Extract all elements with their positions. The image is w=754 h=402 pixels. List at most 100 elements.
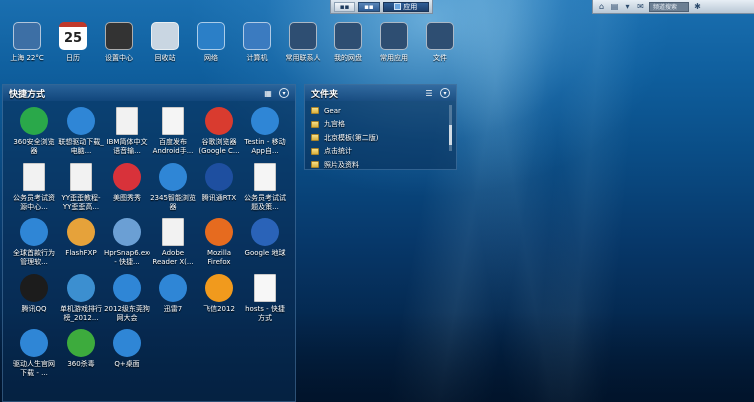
- dock-item[interactable]: 常用联系人: [280, 22, 326, 63]
- shortcut-item[interactable]: 单机游戏排行榜_2012...: [58, 274, 104, 323]
- doc-icon: [254, 163, 276, 191]
- folder-name: 照片及资料: [324, 160, 359, 169]
- shortcut-label: 2345智能浏览器: [150, 194, 196, 211]
- windows-flag-icon: ▪▪: [364, 2, 374, 11]
- app-taskbar-button[interactable]: 应用: [382, 1, 429, 12]
- dock-item[interactable]: 回收站: [142, 22, 188, 63]
- shortcut-item[interactable]: 飞信2012: [196, 274, 242, 323]
- shortcut-label: 联想驱动下载_电脑...: [58, 138, 104, 155]
- flashfxp-icon: [67, 218, 95, 246]
- 2345-browser-icon: [159, 163, 187, 191]
- shortcut-label: Google 地球: [244, 249, 286, 257]
- doc-icon: [162, 107, 184, 135]
- shortcut-item[interactable]: hosts - 快捷方式: [242, 274, 288, 323]
- dock-item[interactable]: 我的网盘: [325, 22, 371, 63]
- dock-item-label: 计算机: [246, 54, 268, 62]
- home-icon[interactable]: ⌂: [597, 2, 606, 11]
- settings-icon[interactable]: ✱: [693, 2, 702, 11]
- dock-item-label: 网络: [204, 54, 218, 62]
- shortcut-item[interactable]: 百度发布Android手...: [150, 107, 196, 156]
- channel-search-placeholder: 频道搜索: [653, 4, 678, 11]
- shortcut-item[interactable]: Testin - 移动App自...: [242, 107, 288, 156]
- folder-icon: [311, 134, 319, 142]
- document-icon[interactable]: ▤: [610, 2, 619, 11]
- ie-icon: [251, 107, 279, 135]
- file-icon: [162, 218, 184, 246]
- shortcut-label: 美图秀秀: [113, 194, 141, 202]
- dock-item[interactable]: 网络: [188, 22, 234, 63]
- qq-icon: [20, 274, 48, 302]
- shortcut-label: Adobe Reader X(...: [152, 249, 194, 266]
- shortcut-item[interactable]: YY歪歪教程-YY歪歪高...: [58, 163, 104, 212]
- gear-icon: [105, 22, 133, 50]
- folder-item[interactable]: Gear: [311, 104, 450, 118]
- shortcut-item[interactable]: 全球首款行为管理软...: [11, 218, 57, 267]
- shortcut-item[interactable]: 公务员考试试题及策...: [242, 163, 288, 212]
- folder-icon: [311, 120, 319, 128]
- 360-antivirus-icon: [67, 329, 95, 357]
- file-icon: [116, 107, 138, 135]
- shortcut-label: 驱动人生官网下载 - ...: [13, 360, 55, 377]
- shortcut-item[interactable]: 2345智能浏览器: [150, 163, 196, 212]
- shortcut-item[interactable]: Google 地球: [242, 218, 288, 267]
- shortcut-item[interactable]: 公务员考试资源中心...: [11, 163, 57, 212]
- shortcut-item[interactable]: Q+桌面: [104, 329, 150, 378]
- folder-item[interactable]: 照片及资料: [311, 158, 450, 172]
- cloud-disk-icon: [334, 22, 362, 50]
- file-icon: [23, 163, 45, 191]
- channel-search-input[interactable]: 频道搜索: [649, 1, 689, 12]
- folder-item[interactable]: 北京模板(第二版): [311, 131, 450, 145]
- folder-icon: [311, 147, 319, 155]
- shortcut-item[interactable]: 360安全浏览器: [11, 107, 57, 156]
- shortcut-label: hosts - 快捷方式: [245, 305, 285, 322]
- fetion-icon: [205, 274, 233, 302]
- shortcut-label: Q+桌面: [114, 360, 140, 368]
- files-icon: [426, 22, 454, 50]
- grid-view-icon[interactable]: ▦: [263, 88, 273, 98]
- dock-item[interactable]: 文件: [417, 22, 463, 63]
- folder-scrollbar[interactable]: [449, 105, 452, 151]
- shortcut-item[interactable]: Adobe Reader X(...: [150, 218, 196, 267]
- dock-item[interactable]: 25 日历: [50, 22, 96, 63]
- shortcut-item[interactable]: 迅雷7: [150, 274, 196, 323]
- shortcut-item[interactable]: 谷歌浏览器(Google C...: [196, 107, 242, 156]
- dock-item[interactable]: 常用应用: [371, 22, 417, 63]
- shortcut-item[interactable]: 腾讯通RTX: [196, 163, 242, 212]
- folder-scrollbar-thumb[interactable]: [449, 125, 452, 145]
- folder-icon: [311, 161, 319, 169]
- shortcut-label: 公务员考试试题及策...: [244, 194, 286, 211]
- shortcut-item[interactable]: Mozilla Firefox: [196, 218, 242, 267]
- ie-icon: [113, 274, 141, 302]
- shortcut-label: 百度发布Android手...: [152, 138, 194, 155]
- shortcut-label: 2012级东莞狗网大会: [104, 305, 150, 322]
- windows-logo-button[interactable]: ▪▪: [334, 1, 356, 12]
- dock-item[interactable]: 上海 22°C: [4, 22, 50, 63]
- shortcut-item[interactable]: HprSnap6.exe - 快捷...: [104, 218, 150, 267]
- shortcut-item[interactable]: 2012级东莞狗网大会: [104, 274, 150, 323]
- shortcut-item[interactable]: FlashFXP: [58, 218, 104, 267]
- mail-icon[interactable]: ✉: [636, 2, 645, 11]
- shortcut-item[interactable]: 美图秀秀: [104, 163, 150, 212]
- folder-header: 文件夹 ☰ ▾: [305, 85, 456, 101]
- windows-taskbar-button[interactable]: ▪▪: [358, 1, 380, 12]
- folder-item[interactable]: 点击统计: [311, 145, 450, 159]
- panel-menu-icon[interactable]: ▾: [279, 88, 289, 98]
- shortcut-item[interactable]: IBM简体中文语音输...: [104, 107, 150, 156]
- shortcut-item[interactable]: 驱动人生官网下载 - ...: [11, 329, 57, 378]
- shortcut-item[interactable]: 腾讯QQ: [11, 274, 57, 323]
- folder-menu-icon[interactable]: ▾: [440, 88, 450, 98]
- folder-item[interactable]: 九宫格: [311, 118, 450, 132]
- folder-name: Gear: [324, 106, 341, 115]
- shortcut-item[interactable]: 360杀毒: [58, 329, 104, 378]
- folder-name: 北京模板(第二版): [324, 133, 379, 142]
- qplus-icon: [113, 329, 141, 357]
- shortcut-label: 公务员考试资源中心...: [13, 194, 55, 211]
- folder-panel: 文件夹 ☰ ▾ Gear 九宫格 北京模板(第二版) 点击统计 照片及资料: [304, 84, 457, 170]
- dock-item[interactable]: 计算机: [234, 22, 280, 63]
- shortcut-label: FlashFXP: [65, 249, 97, 257]
- dock-item[interactable]: 设置中心: [96, 22, 142, 63]
- ie-icon: [20, 218, 48, 246]
- shortcut-item[interactable]: 联想驱动下载_电脑...: [58, 107, 104, 156]
- list-view-icon[interactable]: ☰: [424, 88, 434, 98]
- shirt-icon[interactable]: ▾: [623, 2, 632, 11]
